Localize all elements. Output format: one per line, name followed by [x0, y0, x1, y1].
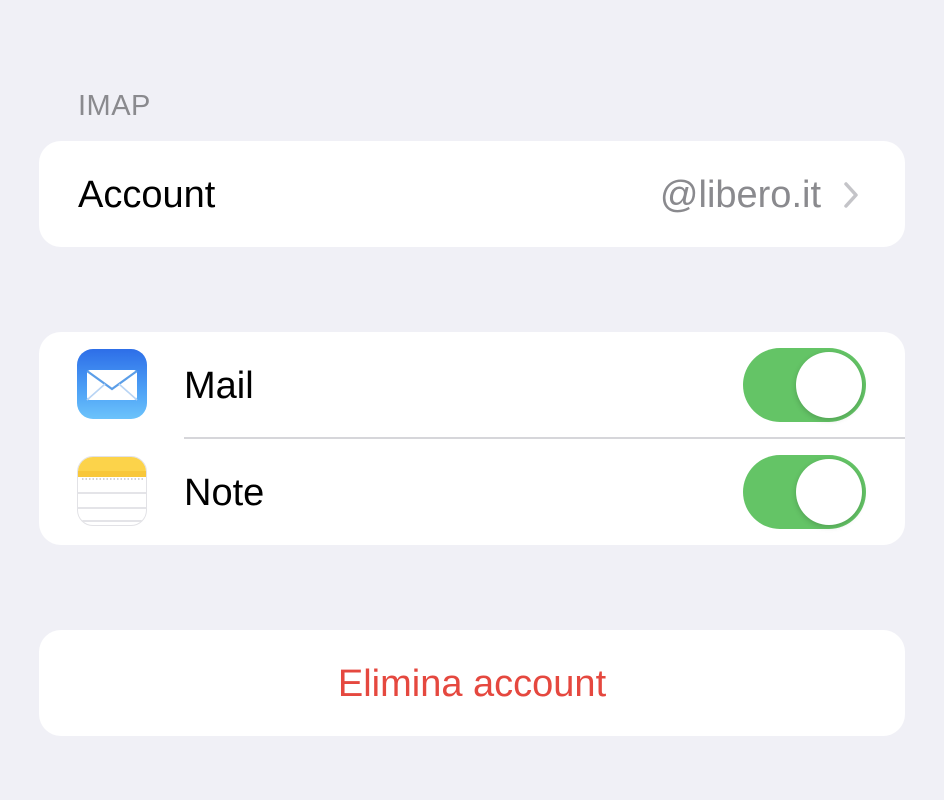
- account-value: @libero.it: [659, 174, 821, 216]
- apps-group: Mail Note: [39, 332, 905, 545]
- imap-section-header: IMAP: [78, 90, 151, 122]
- notes-toggle[interactable]: [743, 455, 866, 529]
- mail-toggle-knob: [796, 352, 862, 418]
- app-row-notes: Note: [39, 439, 905, 545]
- delete-account-button[interactable]: Elimina account: [39, 630, 905, 736]
- notes-toggle-knob: [796, 459, 862, 525]
- app-row-mail: Mail: [39, 332, 905, 439]
- mail-label: Mail: [184, 365, 254, 407]
- account-row[interactable]: Account @libero.it: [39, 141, 905, 247]
- mail-toggle[interactable]: [743, 348, 866, 422]
- delete-group: Elimina account: [39, 630, 905, 736]
- chevron-right-icon: [844, 182, 858, 208]
- delete-account-label: Elimina account: [337, 663, 607, 705]
- notes-label: Note: [184, 472, 265, 514]
- notes-app-icon: [77, 456, 147, 526]
- account-label: Account: [78, 174, 216, 216]
- mail-app-icon: [77, 349, 147, 419]
- account-group: Account @libero.it: [39, 141, 905, 247]
